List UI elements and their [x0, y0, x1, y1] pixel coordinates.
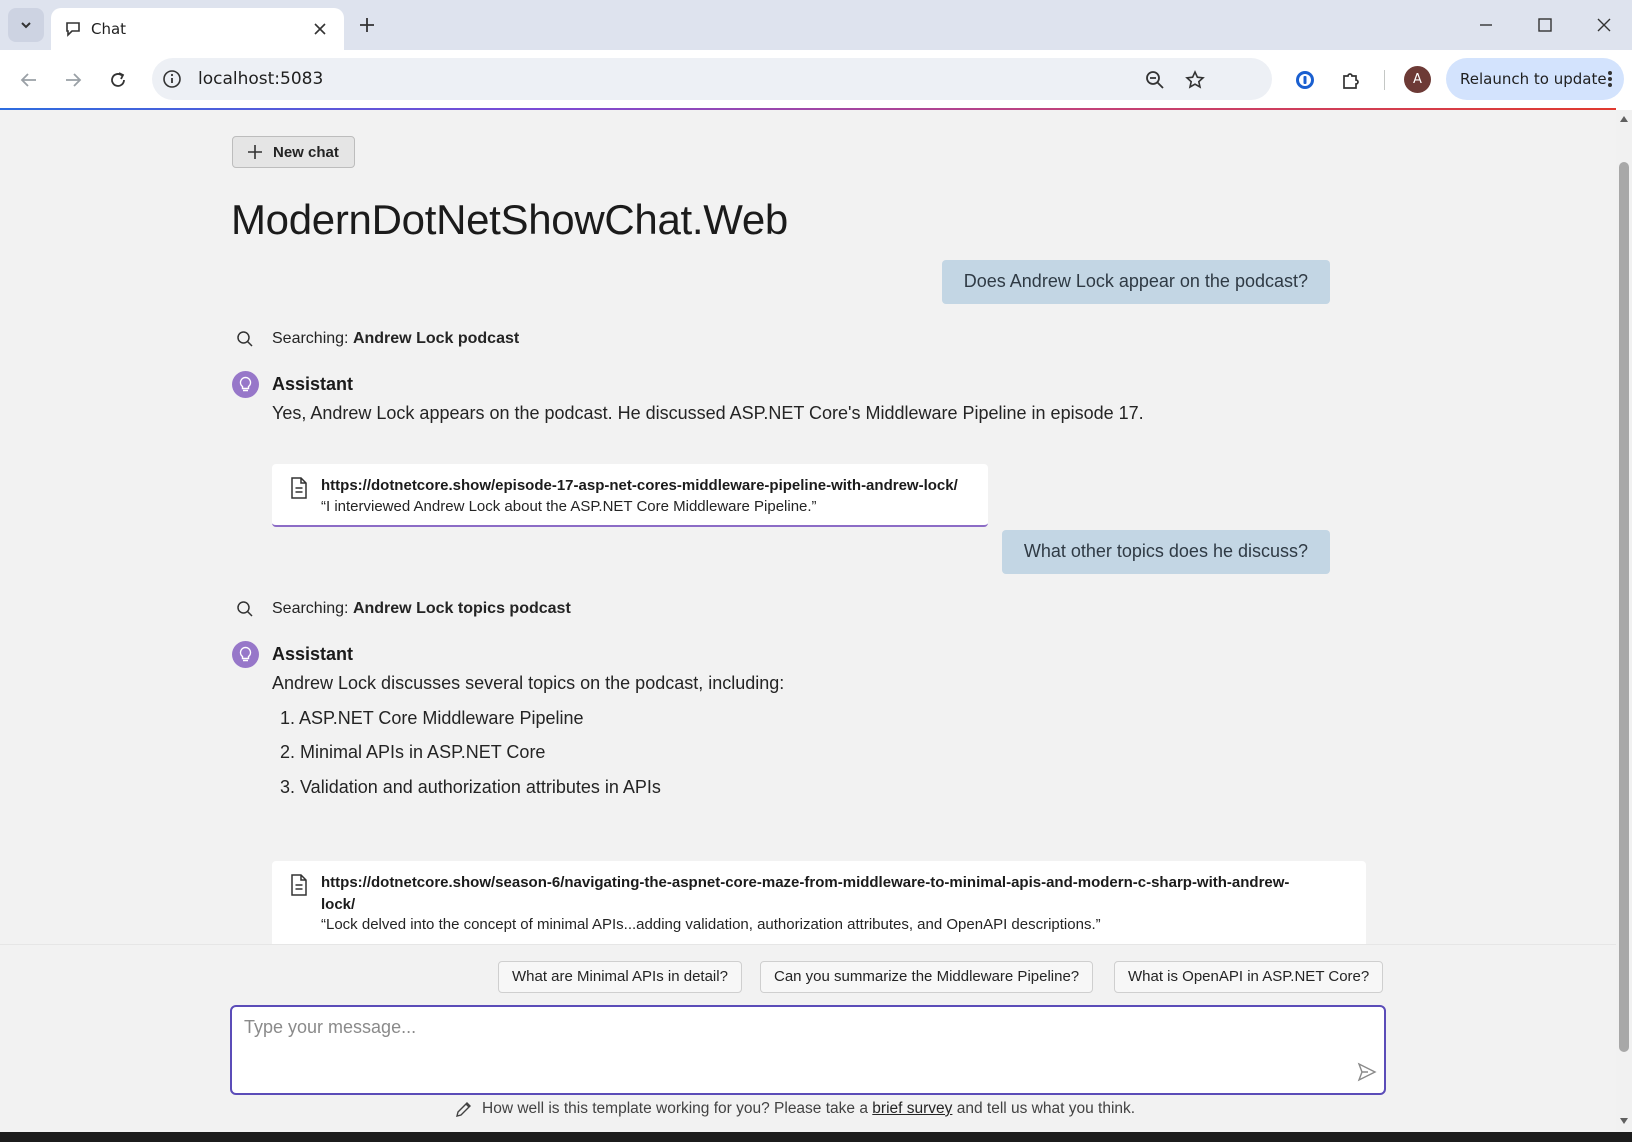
close-tab-button[interactable] [309, 18, 331, 40]
zoom-button[interactable] [1144, 69, 1166, 91]
chat-bubble-icon [66, 22, 80, 37]
lightbulb-icon [239, 646, 252, 662]
search-query: Andrew Lock topics podcast [352, 600, 571, 617]
list-item: 1. ASP.NET Core Middleware Pipeline [280, 708, 584, 728]
citation-url-line: https://dotnetcore.show/season-6/navigat… [321, 874, 1290, 891]
close-window-button[interactable] [1584, 8, 1624, 42]
search-prefix: Searching: [272, 600, 349, 617]
new-chat-button[interactable]: New chat [232, 136, 355, 168]
tab-list-button[interactable] [8, 8, 44, 42]
search-icon [237, 601, 253, 617]
assistant-answer: Andrew Lock discusses several topics on … [272, 673, 785, 693]
survey-link[interactable]: brief survey [872, 1100, 952, 1117]
info-icon[interactable] [162, 69, 182, 89]
chevron-down-icon [21, 22, 31, 29]
back-button[interactable] [14, 65, 44, 95]
back-arrow-icon [20, 73, 36, 87]
page-viewport: New chat ModernDotNetShowChat.Web Does A… [0, 110, 1616, 1132]
maximize-button[interactable] [1525, 8, 1565, 42]
search-prefix: Searching: [272, 330, 349, 347]
new-chat-label: New chat [273, 144, 339, 161]
browser-tab-strip: Chat [0, 0, 1632, 50]
minimize-button[interactable] [1466, 8, 1506, 42]
password-manager-icon [1296, 71, 1314, 89]
list-item: 3. Validation and authorization attribut… [280, 777, 661, 797]
assistant-avatar [232, 371, 259, 398]
suggestion-chip[interactable]: What is OpenAPI in ASP.NET Core? [1114, 961, 1384, 993]
forward-button[interactable] [58, 65, 88, 95]
search-query: Andrew Lock podcast [352, 330, 520, 347]
toolbar-divider [1384, 70, 1385, 90]
puzzle-icon [1343, 73, 1359, 89]
forward-arrow-icon [66, 73, 82, 87]
star-icon [1185, 70, 1205, 89]
scrollbar-thumb[interactable] [1619, 162, 1629, 1052]
profile-avatar[interactable]: A [1404, 66, 1431, 93]
plus-icon [248, 145, 262, 159]
browser-tab[interactable]: Chat [51, 8, 344, 50]
tab-title: Chat [91, 20, 127, 38]
user-message: What other topics does he discuss? [1001, 530, 1330, 574]
browser-menu-button[interactable] [1598, 67, 1622, 91]
document-icon [291, 874, 307, 896]
reload-icon [111, 72, 125, 87]
citation-card[interactable]: https://dotnetcore.show/episode-17-asp-n… [272, 464, 988, 527]
assistant-avatar [232, 641, 259, 668]
relaunch-button[interactable]: Relaunch to update [1446, 58, 1624, 100]
suggestion-chip[interactable]: Can you summarize the Middleware Pipelin… [760, 961, 1094, 993]
taskbar-strip [0, 1132, 1632, 1142]
scroll-up-arrow[interactable] [1620, 116, 1628, 122]
search-icon [237, 331, 253, 347]
send-button[interactable] [1354, 1059, 1380, 1085]
reload-button[interactable] [103, 65, 133, 95]
page-title: ModernDotNetShowChat.Web [231, 196, 788, 243]
address-bar[interactable]: localhost:5083 [152, 58, 1272, 100]
new-tab-button[interactable] [354, 12, 380, 38]
assistant-name: Assistant [272, 374, 354, 394]
assistant-answer: Yes, Andrew Lock appears on the podcast.… [272, 403, 1144, 423]
message-input[interactable] [244, 1017, 1324, 1077]
message-composer [230, 1005, 1386, 1095]
close-icon [1597, 18, 1611, 32]
citation-quote: “I interviewed Andrew Lock about the ASP… [321, 498, 817, 515]
list-item: 2. Minimal APIs in ASP.NET Core [280, 742, 546, 762]
password-manager-button[interactable] [1290, 65, 1320, 95]
survey-text: and tell us what you think. [956, 1100, 1136, 1117]
bookmark-button[interactable] [1184, 69, 1206, 91]
pencil-icon [456, 1102, 471, 1117]
user-message: Does Andrew Lock appear on the podcast? [941, 260, 1330, 304]
citation-quote: “Lock delved into the concept of minimal… [321, 916, 1101, 933]
citation-url[interactable]: https://dotnetcore.show/season-6/navigat… [321, 872, 1289, 916]
plus-icon [360, 18, 374, 32]
citation-url-line: lock/ [321, 896, 356, 913]
kebab-menu-icon [1608, 71, 1612, 87]
lightbulb-icon [239, 376, 252, 392]
close-icon [314, 23, 326, 35]
survey-text: How well is this template working for yo… [482, 1100, 868, 1117]
suggestion-chip[interactable]: What are Minimal APIs in detail? [498, 961, 742, 993]
document-icon [291, 477, 307, 499]
composer-area: What are Minimal APIs in detail? Can you… [0, 944, 1616, 1132]
url-text[interactable]: localhost:5083 [198, 69, 323, 89]
citation-url[interactable]: https://dotnetcore.show/episode-17-asp-n… [321, 475, 958, 497]
minimize-icon [1480, 24, 1492, 26]
assistant-name: Assistant [272, 644, 354, 664]
relaunch-label: Relaunch to update [1460, 70, 1607, 88]
scroll-down-arrow[interactable] [1620, 1118, 1628, 1124]
browser-toolbar: localhost:5083 A Relaunch to update [0, 50, 1632, 110]
extensions-button[interactable] [1336, 65, 1366, 95]
page-scrollbar[interactable] [1616, 110, 1632, 1132]
send-icon [1357, 1062, 1377, 1082]
zoom-out-icon [1146, 71, 1164, 89]
maximize-icon [1538, 18, 1552, 32]
